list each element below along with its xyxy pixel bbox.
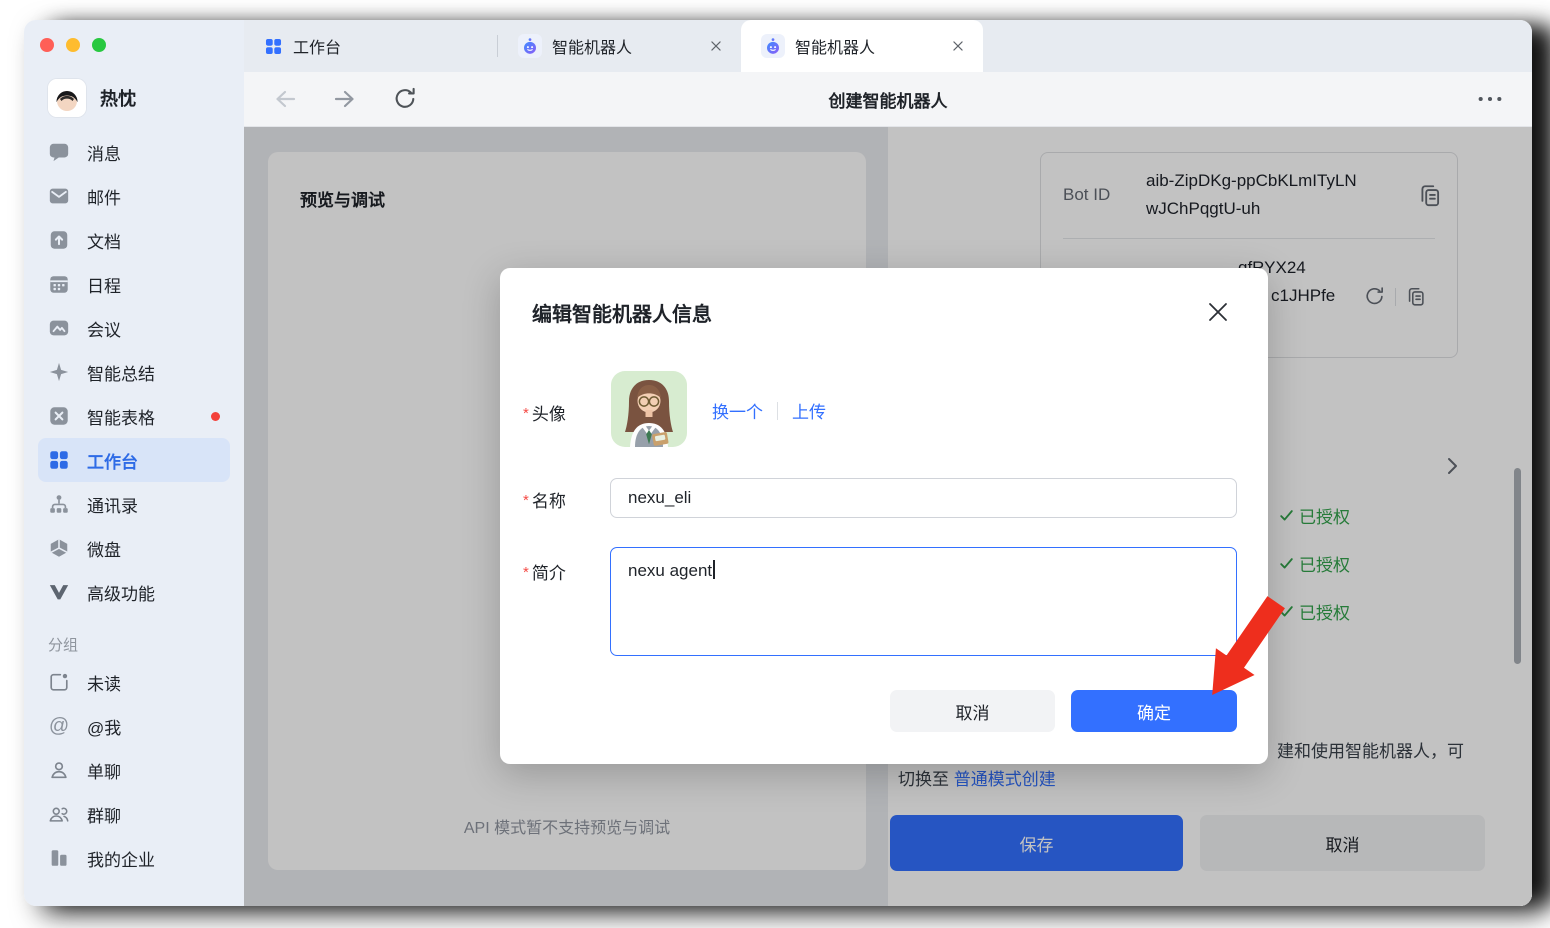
change-avatar-link[interactable]: 换一个 xyxy=(712,398,763,423)
user-avatar xyxy=(48,79,86,117)
desc-field-label: *简介 xyxy=(523,559,566,584)
divider xyxy=(777,402,778,420)
sidebar-item-label: 邮件 xyxy=(87,184,121,209)
grid-icon xyxy=(48,449,70,471)
sidebar-item-ai-sheets[interactable]: 智能表格 xyxy=(38,394,230,438)
close-tab-icon[interactable] xyxy=(705,35,727,57)
envelope-icon xyxy=(48,185,70,207)
calendar-icon xyxy=(48,273,70,295)
sidebar-item-workbench[interactable]: 工作台 xyxy=(38,438,230,482)
tab-label: 智能机器人 xyxy=(552,34,695,58)
robot-icon xyxy=(518,34,542,58)
sidebar-item-label: 群聊 xyxy=(87,802,121,827)
company-icon xyxy=(48,847,70,869)
sidebar-item-label: 会议 xyxy=(87,316,121,341)
v-logo-icon xyxy=(48,581,70,603)
avatar-field-label: *头像 xyxy=(523,400,566,425)
page-title: 创建智能机器人 xyxy=(244,87,1532,112)
sidebar-item-direct-chats[interactable]: 单聊 xyxy=(38,748,230,792)
tab-smart-robot-1[interactable]: 智能机器人 xyxy=(498,20,741,72)
sidebar-item-calendar[interactable]: 日程 xyxy=(38,262,230,306)
more-menu-button[interactable] xyxy=(1472,82,1508,116)
forward-button[interactable] xyxy=(328,82,362,116)
document-icon xyxy=(48,229,70,251)
sidebar-item-label: 微盘 xyxy=(87,536,121,561)
sidebar-item-label: 智能表格 xyxy=(87,404,155,429)
close-window-button[interactable] xyxy=(40,38,54,52)
modal-title: 编辑智能机器人信息 xyxy=(532,298,712,327)
user-profile[interactable]: 热忱 xyxy=(38,76,230,120)
sidebar-item-label: @我 xyxy=(87,714,121,739)
minimize-window-button[interactable] xyxy=(66,38,80,52)
org-chart-icon xyxy=(48,493,70,515)
sidebar-item-contacts[interactable]: 通讯录 xyxy=(38,482,230,526)
sidebar-item-docs[interactable]: 文档 xyxy=(38,218,230,262)
window-controls xyxy=(24,30,244,60)
sidebar-item-label: 单聊 xyxy=(87,758,121,783)
sidebar-item-label: 工作台 xyxy=(87,448,138,473)
sidebar-item-drive[interactable]: 微盘 xyxy=(38,526,230,570)
modal-confirm-button[interactable]: 确定 xyxy=(1071,690,1237,732)
sidebar-item-mentions[interactable]: @ @我 xyxy=(38,704,230,748)
bot-name-input[interactable] xyxy=(610,478,1237,518)
navigation-bar: 创建智能机器人 xyxy=(244,72,1532,127)
tab-label: 智能机器人 xyxy=(795,34,937,58)
sidebar-item-messages[interactable]: 消息 xyxy=(38,130,230,174)
unread-icon xyxy=(48,671,70,693)
workbench-tab-icon xyxy=(264,37,283,56)
sparkle-icon xyxy=(48,361,70,383)
upload-avatar-link[interactable]: 上传 xyxy=(792,398,826,423)
bot-description-textarea[interactable]: nexu agent xyxy=(610,547,1237,656)
meeting-icon xyxy=(48,317,70,339)
sidebar-item-advanced[interactable]: 高级功能 xyxy=(38,570,230,614)
sidebar-item-group-chats[interactable]: 群聊 xyxy=(38,792,230,836)
table-icon xyxy=(48,405,70,427)
notification-dot xyxy=(211,412,220,421)
robot-icon xyxy=(761,34,785,58)
text-cursor xyxy=(713,560,715,579)
zoom-window-button[interactable] xyxy=(92,38,106,52)
sidebar-item-mail[interactable]: 邮件 xyxy=(38,174,230,218)
user-name: 热忱 xyxy=(100,85,136,111)
sidebar-item-label: 未读 xyxy=(87,670,121,695)
close-tab-icon[interactable] xyxy=(947,35,969,57)
drive-icon xyxy=(48,537,70,559)
tab-bar: 工作台 智能机器人 智能机器人 xyxy=(244,20,1532,72)
sidebar-item-label: 智能总结 xyxy=(87,360,155,385)
sidebar-item-meetings[interactable]: 会议 xyxy=(38,306,230,350)
content-area: 预览与调试 API 模式暂不支持预览与调试 Bot ID aib-ZipDKg-… xyxy=(244,127,1532,906)
sidebar-item-label: 文档 xyxy=(87,228,121,253)
back-button[interactable] xyxy=(268,82,302,116)
sidebar-item-label: 日程 xyxy=(87,272,121,297)
sidebar-item-label: 消息 xyxy=(87,140,121,165)
sidebar-item-ai-summary[interactable]: 智能总结 xyxy=(38,350,230,394)
sidebar-item-label: 通讯录 xyxy=(87,492,138,517)
sidebar-item-unread[interactable]: 未读 xyxy=(38,660,230,704)
sidebar-group-label: 分组 xyxy=(48,632,220,656)
chat-bubble-icon xyxy=(48,141,70,163)
modal-cancel-button[interactable]: 取消 xyxy=(890,690,1055,732)
close-icon[interactable] xyxy=(1206,300,1230,324)
sidebar-item-my-company[interactable]: 我的企业 xyxy=(38,836,230,880)
avatar-actions: 换一个 上传 xyxy=(712,398,826,423)
bot-avatar-image[interactable] xyxy=(611,371,687,447)
sidebar-item-label: 我的企业 xyxy=(87,846,155,871)
sidebar: 热忱 消息 邮件 文档 日程 xyxy=(24,20,244,906)
app-window: 热忱 消息 邮件 文档 日程 xyxy=(24,20,1532,906)
tab-workbench[interactable]: 工作台 xyxy=(244,20,497,72)
tab-label: 工作台 xyxy=(293,34,483,58)
tab-smart-robot-2-active[interactable]: 智能机器人 xyxy=(741,20,983,72)
main-area: 工作台 智能机器人 智能机器人 xyxy=(244,20,1532,906)
refresh-button[interactable] xyxy=(388,82,422,116)
name-field-label: *名称 xyxy=(523,487,566,512)
people-icon xyxy=(48,803,70,825)
edit-bot-modal: 编辑智能机器人信息 *头像 xyxy=(500,268,1268,764)
person-icon xyxy=(48,759,70,781)
at-icon: @ xyxy=(48,715,70,737)
sidebar-item-label: 高级功能 xyxy=(87,580,155,605)
